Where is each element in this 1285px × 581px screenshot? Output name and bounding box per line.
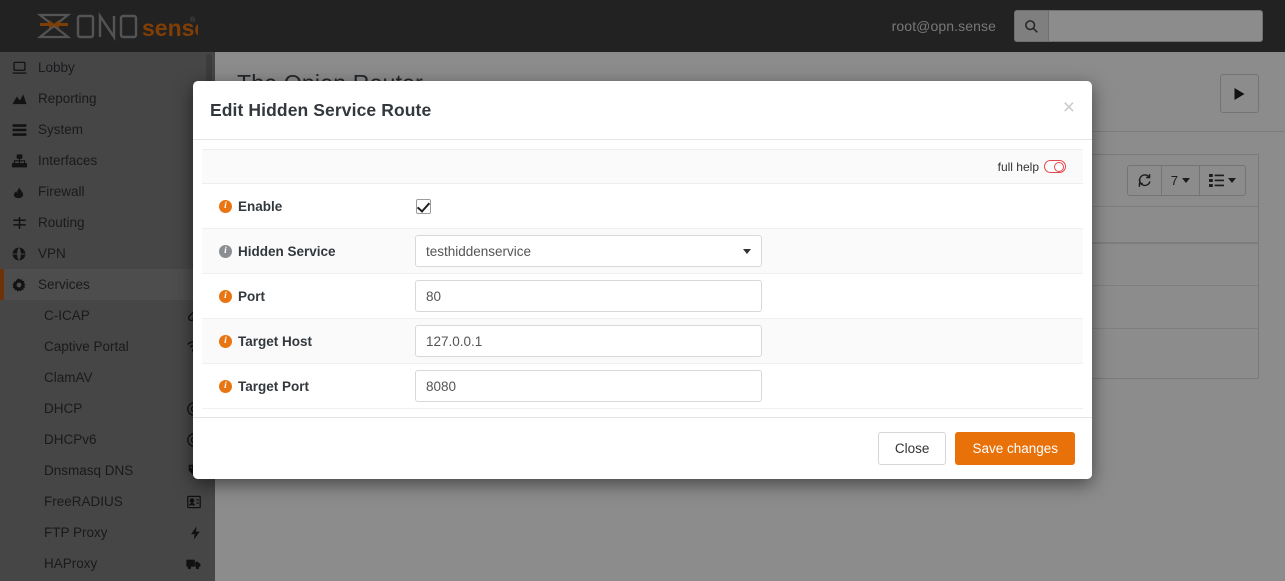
form-row-hidden-service: i Hidden Service testhiddenservice [202, 229, 1083, 274]
form-row-port: i Port [202, 274, 1083, 319]
form-row-target-host: i Target Host [202, 319, 1083, 364]
form-label-text: Port [238, 289, 265, 304]
save-changes-button[interactable]: Save changes [955, 432, 1075, 465]
full-help-row: full help [202, 149, 1083, 184]
form-label-target-port: i Target Port [219, 379, 415, 394]
form-label-text: Target Port [238, 379, 309, 394]
full-help-label: full help [998, 160, 1039, 174]
close-button[interactable]: Close [878, 432, 947, 465]
modal-footer: Close Save changes [193, 417, 1092, 479]
hidden-service-select-value: testhiddenservice [426, 244, 531, 259]
full-help-toggle[interactable] [1044, 160, 1066, 173]
info-icon[interactable]: i [219, 335, 232, 348]
form-label-enable: i Enable [219, 199, 415, 214]
close-icon[interactable]: × [1063, 97, 1075, 118]
form-label-port: i Port [219, 289, 415, 304]
edit-hidden-service-route-dialog: Edit Hidden Service Route × full help iE… [193, 81, 1092, 479]
form-row-enable: i Enable [202, 184, 1083, 229]
info-icon[interactable]: i [219, 245, 232, 258]
enable-checkbox[interactable] [416, 199, 431, 214]
form-control-enable [415, 199, 1083, 214]
form-label-text: Hidden Service [238, 244, 336, 259]
form-label-hidden-service: i Hidden Service [219, 244, 415, 259]
form-label-text: Enable [238, 199, 282, 214]
info-icon[interactable]: i [219, 380, 232, 393]
target-host-input[interactable] [415, 325, 762, 357]
form-control-port [415, 280, 1083, 312]
target-port-input[interactable] [415, 370, 762, 402]
modal-body: full help iEnableiHidden Servicetesthidd… [193, 140, 1092, 417]
chevron-down-icon [743, 249, 751, 254]
port-input[interactable] [415, 280, 762, 312]
form-control-target-host [415, 325, 1083, 357]
form-row-target-port: i Target Port [202, 364, 1083, 409]
form-label-text: Target Host [238, 334, 312, 349]
info-icon[interactable]: i [219, 200, 232, 213]
modal-title: Edit Hidden Service Route [210, 100, 431, 121]
opnsense-app: sense ® root@opn.sense LobbyReportingSys… [0, 0, 1285, 581]
form-control-hidden-service: testhiddenservice [415, 235, 1083, 267]
modal-header: Edit Hidden Service Route × [193, 81, 1092, 140]
hidden-service-select[interactable]: testhiddenservice [415, 235, 762, 267]
info-icon[interactable]: i [219, 290, 232, 303]
form-label-target-host: i Target Host [219, 334, 415, 349]
form-control-target-port [415, 370, 1083, 402]
modal-form: iEnableiHidden Servicetesthiddenservicei… [193, 184, 1092, 409]
